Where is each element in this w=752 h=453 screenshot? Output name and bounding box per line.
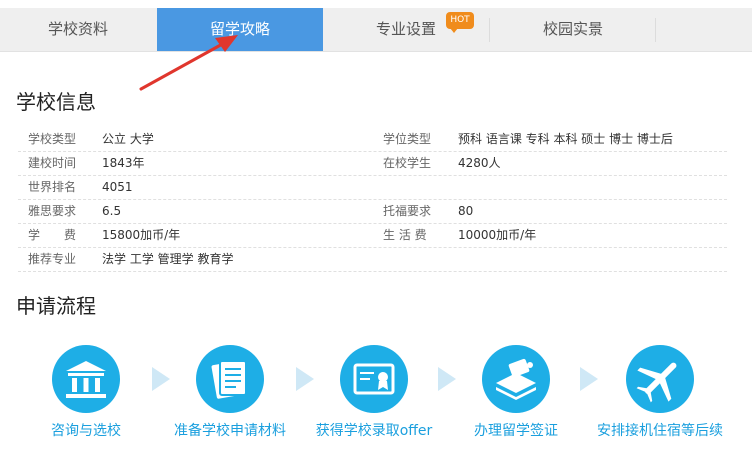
info-value: 预科 语言课 专科 本科 硕士 博士 博士后 <box>458 132 673 146</box>
process-step-label: 获得学校录取offer <box>315 423 433 439</box>
passport-icon <box>482 345 550 413</box>
info-row: 雅思要求 6.5 托福要求 80 <box>18 200 727 224</box>
info-label: 雅思要求 <box>28 204 77 218</box>
info-label: 在校学生 <box>383 156 432 170</box>
certificate-icon <box>340 345 408 413</box>
chevron-right-icon <box>296 367 314 391</box>
info-label: 建校时间 <box>28 156 77 170</box>
airplane-icon <box>626 345 694 413</box>
info-value: 10000加币/年 <box>458 228 537 242</box>
info-label: 学位类型 <box>383 132 432 146</box>
school-info-table: 学校类型 公立 大学 学位类型 预科 语言课 专科 本科 硕士 博士 博士后 建… <box>18 128 727 272</box>
info-value: 法学 工学 管理学 教育学 <box>102 252 234 266</box>
process-step-label: 咨询与选校 <box>51 423 121 439</box>
process-step-label: 准备学校申请材料 <box>174 423 286 439</box>
process-step-label: 办理留学签证 <box>474 423 558 439</box>
chevron-right-icon <box>438 367 456 391</box>
chevron-right-icon <box>580 367 598 391</box>
info-value: 4051 <box>102 180 133 194</box>
info-value: 4280人 <box>458 156 501 170</box>
info-label: 生 活 费 <box>383 228 427 242</box>
building-icon <box>52 345 120 413</box>
info-row: 推荐专业 法学 工学 管理学 教育学 <box>18 248 727 272</box>
info-row: 学 费 15800加币/年 生 活 费 10000加币/年 <box>18 224 727 248</box>
info-row: 学校类型 公立 大学 学位类型 预科 语言课 专科 本科 硕士 博士 博士后 <box>18 128 727 152</box>
info-value: 15800加币/年 <box>102 228 181 242</box>
info-row: 世界排名 4051 <box>18 176 727 200</box>
process-step-label: 安排接机住宿等后续 <box>597 423 723 439</box>
school-info-title: 学校信息 <box>16 90 96 114</box>
info-label: 学校类型 <box>28 132 77 146</box>
process-title: 申请流程 <box>16 294 96 318</box>
chevron-right-icon <box>152 367 170 391</box>
info-value: 80 <box>458 204 474 218</box>
info-label: 世界排名 <box>28 180 77 194</box>
info-row: 建校时间 1843年 在校学生 4280人 <box>18 152 727 176</box>
info-value: 公立 大学 <box>102 132 154 146</box>
red-arrow-icon <box>139 35 238 91</box>
info-label: 学 费 <box>28 228 77 242</box>
info-label: 托福要求 <box>383 204 432 218</box>
info-value: 1843年 <box>102 156 145 170</box>
process-steps: 咨询与选校 准备学校申请材料 获得学校录取offer 办理留学签证 安排接机住宿… <box>0 345 752 453</box>
info-value: 6.5 <box>102 204 122 218</box>
document-icon <box>196 345 264 413</box>
info-label: 推荐专业 <box>28 252 77 266</box>
